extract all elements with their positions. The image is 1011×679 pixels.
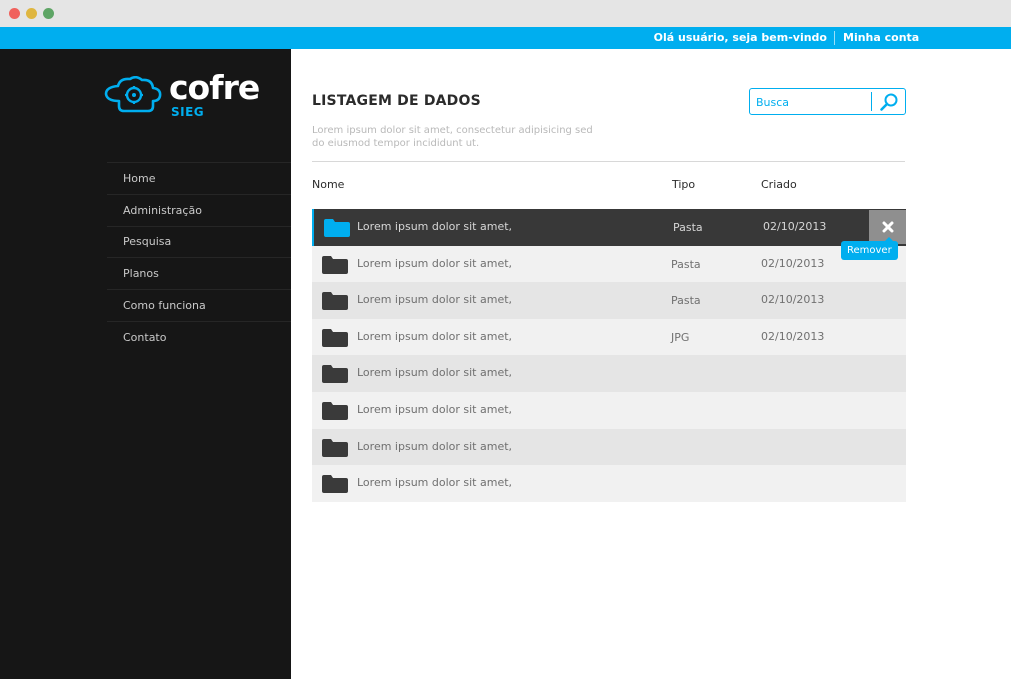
folder-icon — [322, 328, 348, 347]
column-header-name[interactable]: Nome — [312, 178, 344, 191]
data-table: Lorem ipsum dolor sit amet, Pasta 02/10/… — [312, 209, 906, 502]
folder-icon — [322, 475, 348, 494]
logo[interactable]: cofre SIEG — [104, 68, 264, 122]
nav-item-administracao[interactable]: Administração — [107, 193, 291, 226]
row-name: Lorem ipsum dolor sit amet, — [357, 476, 513, 490]
welcome-text: Olá usuário, seja bem-vindo — [653, 31, 827, 44]
nav-item-planos[interactable]: Planos — [107, 257, 291, 289]
table-row-selected[interactable]: Lorem ipsum dolor sit amet, Pasta 02/10/… — [312, 209, 906, 246]
close-window-button[interactable] — [9, 8, 20, 19]
table-row[interactable]: Lorem ipsum dolor sit amet, — [312, 391, 906, 429]
table-row[interactable]: Lorem ipsum dolor sit amet, — [312, 428, 906, 466]
title-divider — [312, 161, 905, 162]
row-type: Pasta — [673, 221, 703, 234]
folder-icon — [322, 365, 348, 384]
row-type: Pasta — [671, 257, 701, 271]
table-row[interactable]: Lorem ipsum dolor sit amet, Pasta 02/10/… — [312, 282, 906, 319]
table-row[interactable]: Lorem ipsum dolor sit amet, JPG 02/10/20… — [312, 318, 906, 356]
minimize-window-button[interactable] — [26, 8, 37, 19]
row-name: Lorem ipsum dolor sit amet, — [357, 402, 513, 416]
nav-item-label: Planos — [123, 267, 159, 281]
nav-item-label: Pesquisa — [123, 235, 172, 249]
table-row[interactable]: Lorem ipsum dolor sit amet, Pasta 02/10/… — [312, 245, 906, 283]
row-created: 02/10/2013 — [761, 256, 825, 270]
nav-item-label: Administração — [123, 203, 202, 217]
folder-icon — [324, 219, 350, 237]
row-created: 02/10/2013 — [761, 293, 825, 307]
cloud-vault-icon — [104, 76, 162, 113]
row-name: Lorem ipsum dolor sit amet, — [357, 293, 513, 307]
column-header-type[interactable]: Tipo — [672, 178, 695, 191]
row-created: 02/10/2013 — [761, 329, 825, 343]
folder-icon — [322, 292, 348, 311]
top-bar: Olá usuário, seja bem-vindo Minha conta — [0, 27, 1011, 49]
row-type: JPG — [671, 330, 690, 344]
window-chrome — [0, 0, 1011, 27]
sidebar: cofre SIEG Home Administração Pesquisa P… — [0, 49, 291, 679]
folder-icon — [322, 438, 348, 457]
nav-item-como-funciona[interactable]: Como funciona — [107, 289, 291, 321]
my-account-link[interactable]: Minha conta — [843, 31, 919, 44]
row-name: Lorem ipsum dolor sit amet, — [357, 329, 513, 343]
row-name: Lorem ipsum dolor sit amet, — [357, 439, 513, 453]
search-divider — [871, 92, 872, 111]
nav-item-label: Contato — [123, 330, 167, 344]
nav-item-label: Home — [123, 171, 156, 185]
nav-item-label: Como funciona — [123, 299, 206, 313]
folder-icon — [322, 401, 348, 420]
table-row[interactable]: Lorem ipsum dolor sit amet, — [312, 355, 906, 392]
search-box — [749, 88, 906, 115]
folder-icon — [322, 255, 348, 274]
table-header: Nome Tipo Criado — [312, 178, 905, 194]
column-header-created[interactable]: Criado — [761, 178, 797, 191]
page-title: LISTAGEM DE DADOS — [312, 93, 481, 109]
close-icon — [882, 221, 893, 233]
table-row[interactable]: Lorem ipsum dolor sit amet, — [312, 465, 906, 502]
logo-subtitle: SIEG — [171, 105, 205, 119]
logo-wordmark: cofre — [169, 68, 260, 107]
main-nav: Home Administração Pesquisa Planos Como … — [107, 162, 291, 353]
maximize-window-button[interactable] — [43, 8, 54, 19]
main-content: LISTAGEM DE DADOS Lorem ipsum dolor sit … — [291, 49, 1011, 679]
remove-tooltip: Remover — [841, 237, 898, 260]
search-button[interactable] — [875, 90, 903, 113]
row-name: Lorem ipsum dolor sit amet, — [357, 220, 513, 233]
row-name: Lorem ipsum dolor sit amet, — [357, 256, 513, 270]
row-created: 02/10/2013 — [763, 220, 827, 233]
nav-item-home[interactable]: Home — [107, 162, 291, 194]
topbar-divider — [834, 31, 835, 45]
search-input[interactable] — [756, 93, 868, 111]
nav-item-pesquisa[interactable]: Pesquisa — [107, 225, 291, 258]
row-name: Lorem ipsum dolor sit amet, — [357, 366, 513, 380]
row-type: Pasta — [671, 294, 701, 308]
page-description: Lorem ipsum dolor sit amet, consectetur … — [312, 125, 593, 149]
nav-item-contato[interactable]: Contato — [107, 320, 291, 353]
search-icon — [880, 93, 898, 111]
